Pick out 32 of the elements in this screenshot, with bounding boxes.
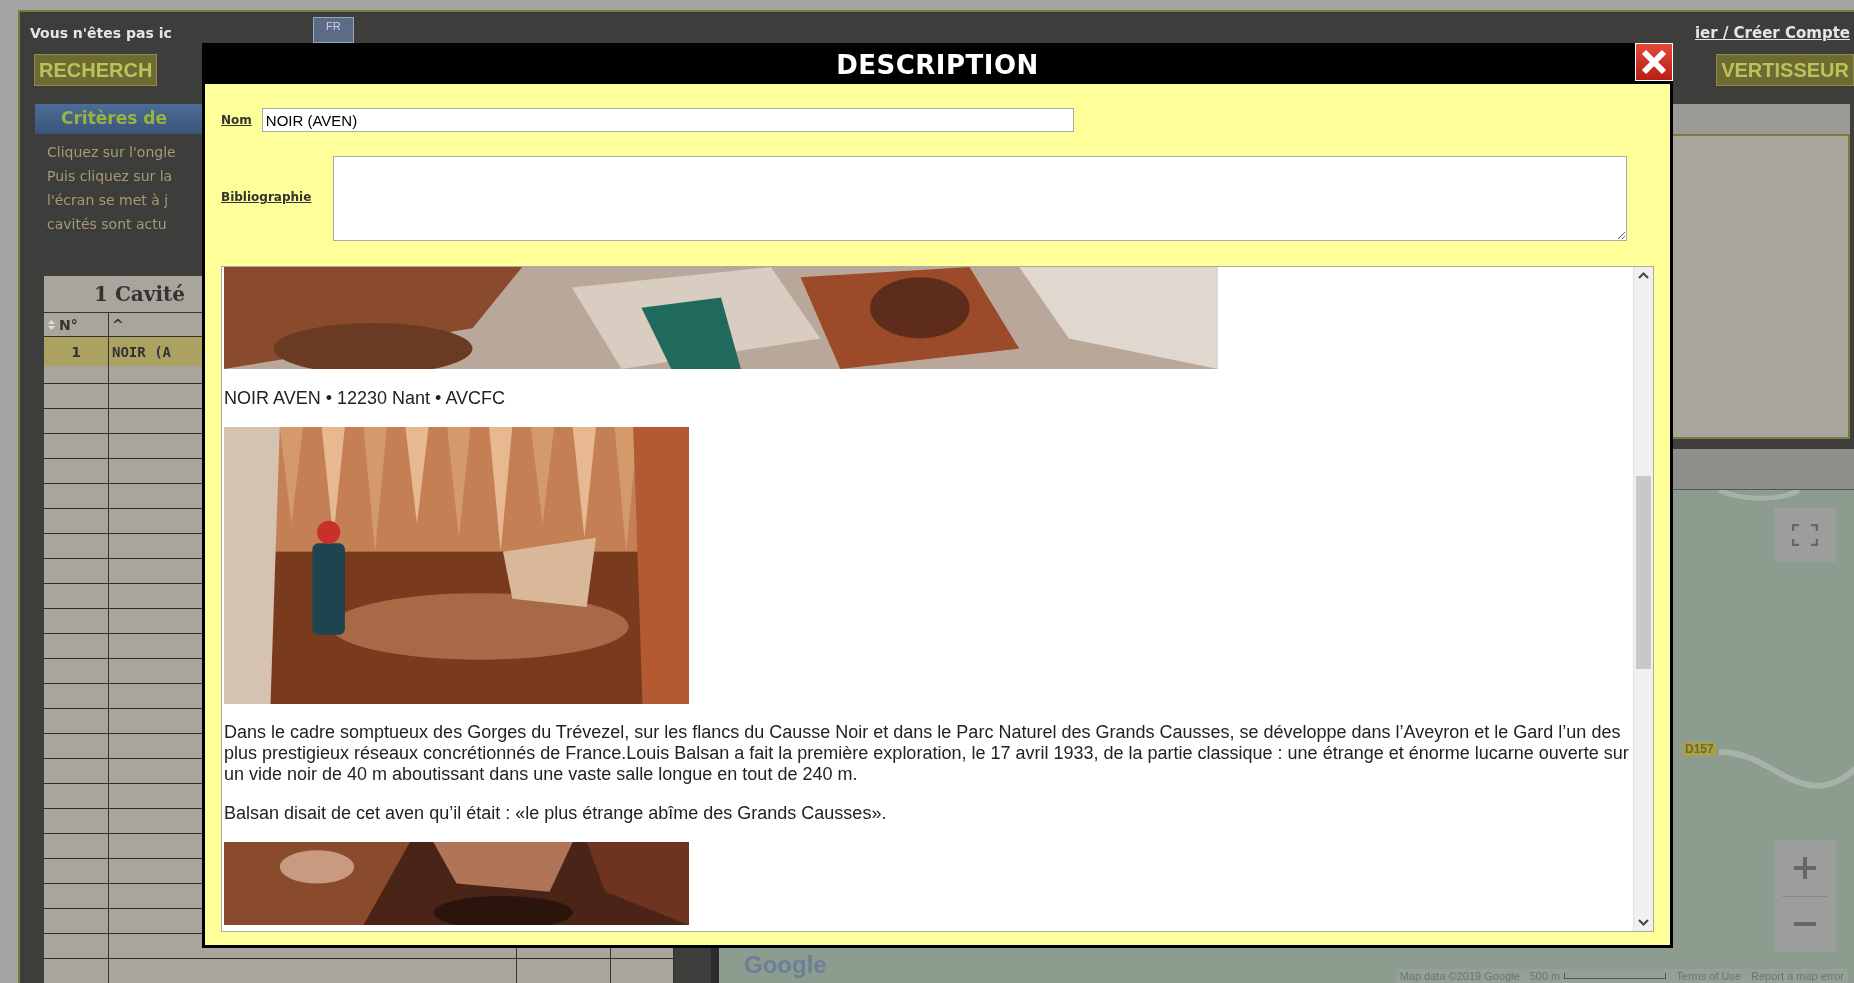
- table-cell: 1: [71, 343, 81, 360]
- bibliography-field[interactable]: [333, 156, 1628, 241]
- description-paragraph: Dans le cadre somptueux des Gorges du Trévezel, sur les flancs du Causse Noir et dans le Parc Naturel des Grands Causses, se développe dans l’Aveyron et le Gard l’un des plus prestigieux réseaux concrétionnés de France.Louis Balsan a fait la première exploration, le 17 avril 1933, de la partie classique : une étrange et énorme lucarne ouverte sur un vide noir de 40 m aboutissant dans une vaste salle longue en tout de 240 m.: [224, 722, 1630, 785]
- fullscreen-button[interactable]: [1774, 508, 1836, 562]
- instruction-text: l'écran se met à j: [47, 191, 169, 210]
- table-cell: NOIR (A: [112, 343, 171, 360]
- column-header[interactable]: N°: [59, 316, 78, 333]
- instruction-text: Cliquez sur l'ongle: [47, 143, 176, 162]
- description-paragraph: Balsan disait de cet aven qu’il était : «le plus étrange abîme des Grands Causses».: [224, 803, 888, 824]
- scrollbar[interactable]: [1633, 267, 1653, 931]
- account-link[interactable]: ier / Créer Compte: [1694, 24, 1854, 42]
- photo-caption: NOIR AVEN • 12230 Nant • AVCFC: [224, 388, 507, 409]
- language-button[interactable]: FR: [313, 17, 354, 43]
- sort-icon: [48, 319, 55, 330]
- name-field[interactable]: NOIR (AVEN): [261, 108, 1074, 132]
- instruction-text: Puis cliquez sur la: [47, 167, 173, 186]
- chevron-down-icon: [1638, 919, 1649, 926]
- close-icon: [1641, 49, 1667, 75]
- instruction-text: cavités sont actu: [47, 215, 167, 234]
- column-header[interactable]: ^: [112, 316, 124, 333]
- road-label: D157: [1683, 742, 1716, 756]
- alert-tab-button[interactable]: VERTISSEUR: [1716, 54, 1854, 86]
- fullscreen-icon: [1792, 524, 1818, 546]
- login-notice: Vous n'êtes pas ic: [30, 25, 173, 41]
- chevron-up-icon: [1638, 272, 1649, 279]
- scroll-thumb[interactable]: [1636, 476, 1651, 669]
- minus-icon: [1793, 921, 1817, 928]
- dialog-title: DESCRIPTION: [836, 50, 1039, 80]
- close-button[interactable]: [1635, 43, 1673, 81]
- field-label: Bibliographie: [221, 190, 312, 204]
- search-tab-button[interactable]: RECHERCH: [34, 54, 158, 86]
- plus-icon: [1793, 855, 1817, 880]
